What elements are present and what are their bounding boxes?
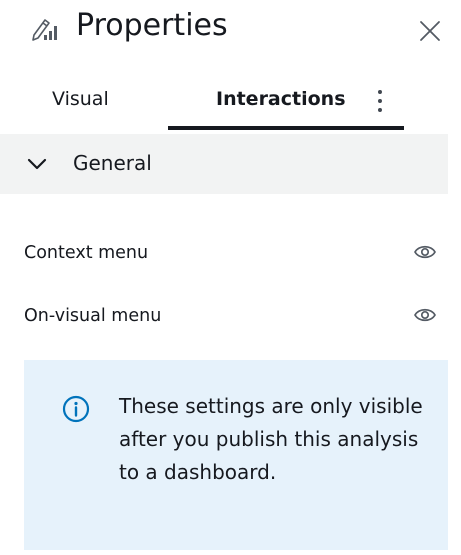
close-button[interactable] — [418, 19, 442, 43]
section-general-header[interactable]: General — [0, 134, 448, 194]
chevron-down-icon — [27, 154, 47, 174]
section-label: General — [73, 151, 152, 175]
setting-row-context-menu: Context menu — [24, 233, 444, 273]
info-icon — [62, 395, 90, 423]
panel-header: Properties — [26, 0, 451, 60]
setting-label: On-visual menu — [24, 306, 162, 326]
info-alert: These settings are only visible after yo… — [24, 360, 448, 550]
alert-message: These settings are only visible after yo… — [119, 394, 423, 484]
setting-label: Context menu — [24, 243, 149, 263]
kebab-menu-icon[interactable] — [371, 84, 389, 118]
eye-icon[interactable] — [413, 304, 437, 326]
tab-interactions[interactable]: Interactions — [216, 78, 346, 126]
panel-title: Properties — [76, 8, 228, 43]
tab-visual[interactable]: Visual — [52, 78, 109, 126]
properties-pencil-chart-icon — [30, 15, 60, 45]
close-icon — [420, 21, 440, 41]
properties-panel: Properties Visual Interactions General C… — [0, 0, 461, 555]
active-tab-indicator — [168, 126, 404, 130]
eye-icon[interactable] — [413, 241, 437, 263]
tab-bar: Visual Interactions — [26, 78, 406, 132]
setting-row-on-visual-menu: On-visual menu — [24, 296, 444, 336]
